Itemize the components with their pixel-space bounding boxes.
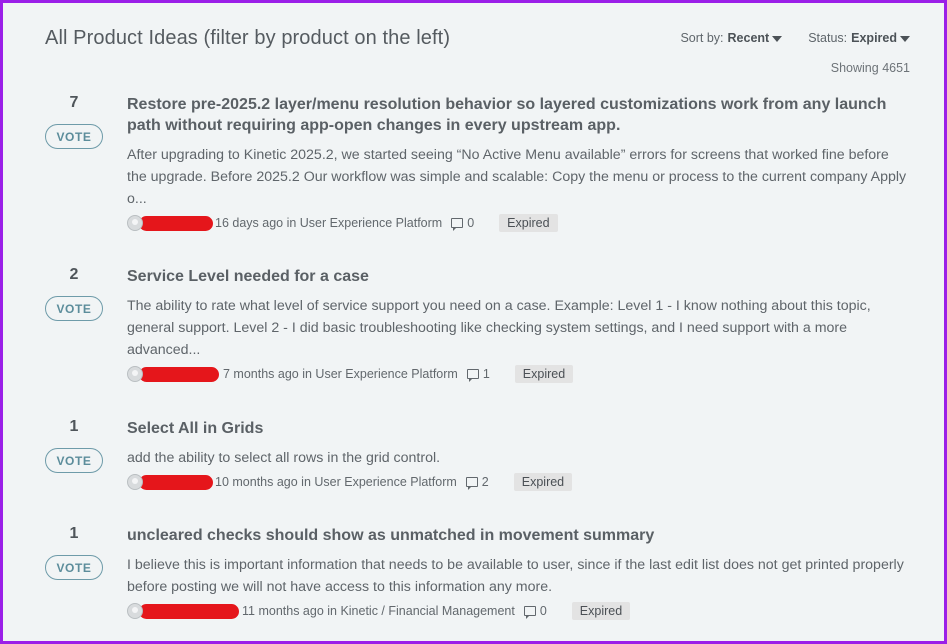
idea-meta: 16 days ago in User Experience Platform … [127,213,907,233]
idea-meta: 7 months ago in User Experience Platform… [127,364,907,384]
idea-meta: 11 months ago in Kinetic / Financial Man… [127,601,907,621]
redacted-author [139,603,239,619]
comment-icon [523,606,536,619]
vote-button[interactable]: VOTE [45,448,103,473]
redacted-author [139,366,219,382]
status-badge: Expired [513,473,573,491]
idea-title[interactable]: Select All in Grids [127,418,907,439]
vote-column: 1 VOTE [45,525,103,580]
idea-date-category: 11 months ago in Kinetic / Financial Man… [242,604,515,618]
status-dropdown[interactable]: Status: Expired [808,31,910,45]
list-controls: Sort by: Recent Status: Expired [680,31,910,45]
chevron-down-icon [900,35,910,42]
idea-description: After upgrading to Kinetic 2025.2, we st… [127,147,907,207]
vote-column: 7 VOTE [45,94,103,149]
avatar [127,603,143,619]
idea-description: I believe this is important information … [127,557,904,595]
comment-count[interactable]: 1 [466,367,490,382]
comment-number: 0 [467,216,475,230]
idea-title[interactable]: Restore pre-2025.2 layer/menu resolution… [127,94,907,136]
idea-date-category: 7 months ago in User Experience Platform [223,367,458,381]
status-label: Status: [808,31,848,45]
comment-count[interactable]: 0 [523,604,547,619]
comment-icon [466,369,479,382]
idea-date-category: 10 months ago in User Experience Platfor… [215,475,457,489]
vote-count: 1 [69,418,79,435]
status-value: Expired [851,31,897,45]
idea-content: uncleared checks should show as unmatche… [127,525,907,621]
chevron-down-icon [772,35,783,42]
vote-column: 2 VOTE [45,266,103,321]
vote-button[interactable]: VOTE [45,555,103,580]
vote-count: 2 [69,266,79,283]
idea-description: add the ability to select all rows in th… [127,450,441,466]
comment-icon [465,477,478,490]
sort-dropdown[interactable]: Sort by: Recent [680,31,783,45]
vote-button[interactable]: VOTE [45,124,103,149]
idea-content: Service Level needed for a case The abil… [127,266,907,384]
vote-count: 1 [69,525,79,542]
comment-number: 0 [539,604,547,618]
redacted-author [139,474,213,490]
idea-title[interactable]: Service Level needed for a case [127,266,907,287]
page-title: All Product Ideas (filter by product on … [45,27,451,49]
redacted-author [139,215,213,231]
avatar [127,215,143,231]
status-badge: Expired [514,365,574,383]
idea-content: Select All in Grids add the ability to s… [127,418,907,492]
idea-content: Restore pre-2025.2 layer/menu resolution… [127,94,907,233]
comment-number: 2 [481,475,489,489]
sort-value: Recent [727,31,770,45]
comment-number: 1 [482,367,490,381]
avatar [127,366,143,382]
status-badge: Expired [499,214,558,232]
idea-description: The ability to rate what level of servic… [127,298,871,358]
idea-meta: 10 months ago in User Experience Platfor… [127,472,907,492]
sort-label: Sort by: [680,31,724,45]
status-badge: Expired [571,602,631,620]
comment-count[interactable]: 2 [465,475,489,490]
idea-date-category: 16 days ago in User Experience Platform [215,216,443,230]
idea-title[interactable]: uncleared checks should show as unmatche… [127,525,907,546]
avatar [127,474,143,490]
vote-count: 7 [69,94,79,111]
comment-count[interactable]: 0 [451,216,475,231]
vote-button[interactable]: VOTE [45,296,103,321]
vote-column: 1 VOTE [45,418,103,473]
comment-icon [451,218,464,231]
ideas-page: All Product Ideas (filter by product on … [3,3,944,641]
result-count: Showing 4651 [830,61,910,75]
